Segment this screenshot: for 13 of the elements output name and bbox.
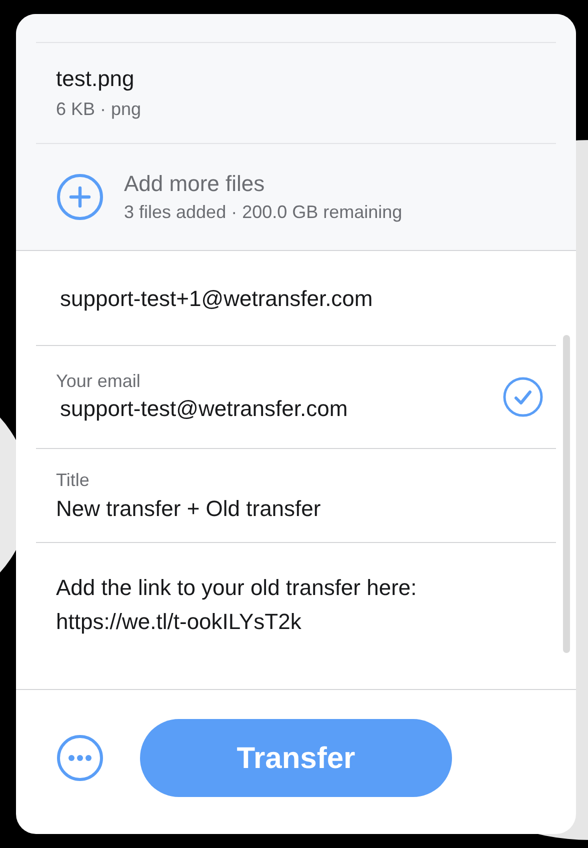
title-field[interactable]: New transfer + Old transfer (56, 492, 516, 524)
file-name: test.png (56, 65, 136, 93)
add-icon[interactable] (56, 173, 104, 221)
recipient-email-field[interactable]: support-test+1@wetransfer.com (60, 282, 520, 314)
scrollbar[interactable] (563, 335, 570, 653)
files-summary: 3 files added · 200.0 GB remaining (124, 201, 402, 224)
field-label: Your email (56, 370, 142, 393)
field-label: Title (56, 468, 90, 492)
message-field[interactable]: Add the link to your old transfer here: https://we.tl/t-ookILYsT2k (56, 571, 496, 639)
add-files-label[interactable]: Add more files (124, 169, 402, 199)
more-options-icon[interactable] (56, 734, 104, 782)
sender-email-field[interactable]: support-test@wetransfer.com (56, 393, 486, 425)
file-details: 6 KB · png (56, 98, 142, 121)
